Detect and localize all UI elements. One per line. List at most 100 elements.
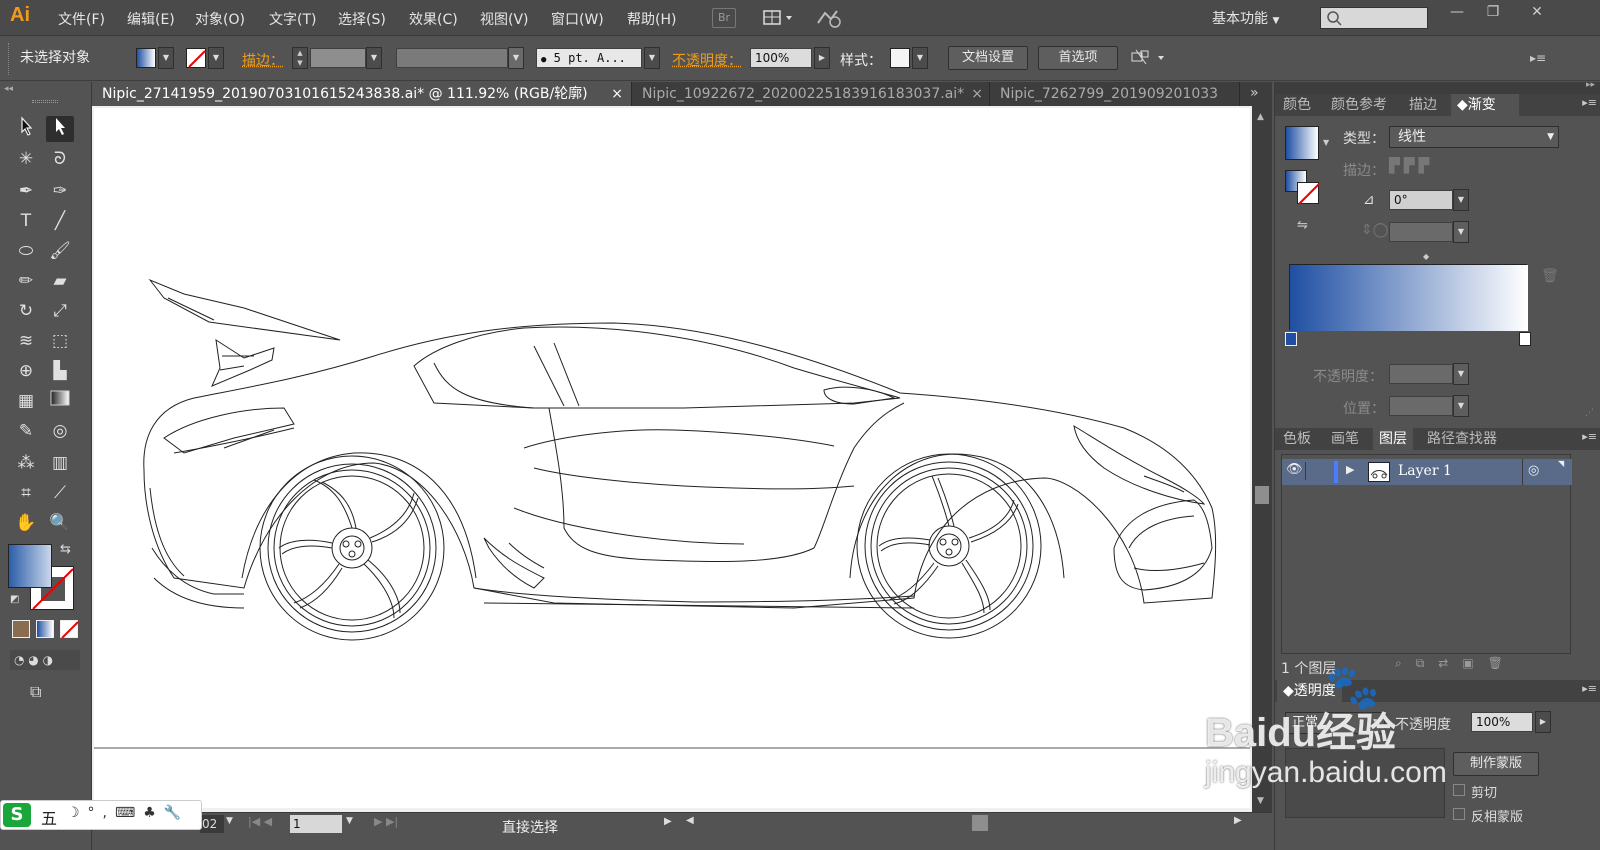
- tab-color-guide[interactable]: 颜色参考: [1325, 94, 1393, 116]
- menu-help[interactable]: 帮助(H): [627, 9, 676, 29]
- tab-color[interactable]: 颜色: [1277, 94, 1317, 116]
- blend-tool-icon[interactable]: ◎: [46, 418, 74, 444]
- tab-close-icon[interactable]: ×: [971, 82, 983, 106]
- style-dropdown[interactable]: ▼: [912, 47, 928, 69]
- ime-mode[interactable]: 五: [41, 805, 57, 829]
- minimize-icon[interactable]: —: [1446, 4, 1468, 22]
- aspect-ratio-dropdown[interactable]: ▼: [1453, 221, 1469, 243]
- screen-mode-icon[interactable]: ⧉: [30, 682, 41, 702]
- artboard[interactable]: [94, 108, 1250, 808]
- ime-tool-icons[interactable]: ☽°,⌨♣🔧: [67, 805, 189, 821]
- color-mode-icon[interactable]: [12, 620, 30, 638]
- mesh-tool-icon[interactable]: ▦: [12, 388, 40, 414]
- panel-collapse-icon[interactable]: ▸▸: [1586, 80, 1595, 90]
- aspect-ratio-field[interactable]: [1389, 222, 1453, 242]
- gradient-stop-start[interactable]: [1285, 332, 1297, 346]
- opacity-field[interactable]: 100%: [750, 48, 812, 68]
- close-icon[interactable]: ✕: [1526, 4, 1548, 22]
- status-menu-icon[interactable]: ▶: [664, 816, 672, 827]
- stroke-weight-dropdown[interactable]: ▼: [366, 47, 382, 69]
- fill-color-front[interactable]: [8, 544, 52, 588]
- layer-row[interactable]: 👁 ▶ Layer 1 ◎ ◥: [1282, 459, 1572, 485]
- gradient-preview-swatch[interactable]: [1285, 126, 1319, 160]
- angle-field[interactable]: 0°: [1389, 190, 1453, 210]
- reverse-gradient-icon[interactable]: ⇋: [1297, 218, 1308, 233]
- arrange-icon[interactable]: [1130, 47, 1170, 69]
- stroke-label[interactable]: 描边：: [242, 50, 284, 70]
- gradient-ramp[interactable]: [1289, 264, 1527, 330]
- artboard-nav-last-icon[interactable]: ▶ ▶|: [374, 815, 398, 828]
- scroll-up-icon[interactable]: ▲: [1257, 112, 1264, 122]
- brush-definition[interactable]: ● 5 pt. A...: [536, 48, 642, 68]
- variable-width-profile[interactable]: [396, 48, 508, 68]
- hscroll-right-icon[interactable]: ▶: [1234, 815, 1242, 826]
- layers-panel-menu-icon[interactable]: ▸≡: [1582, 430, 1597, 443]
- tab-close-icon[interactable]: ×: [611, 82, 623, 106]
- magic-wand-tool-icon[interactable]: ✳: [12, 146, 40, 172]
- scale-tool-icon[interactable]: ⤢: [46, 298, 74, 324]
- gradient-tool-icon[interactable]: [46, 388, 74, 414]
- fill-dropdown[interactable]: ▼: [158, 47, 174, 69]
- tab-pathfinder[interactable]: 路径查找器: [1421, 428, 1503, 450]
- menu-type[interactable]: 文字(T): [269, 9, 316, 29]
- gradient-stop-end[interactable]: [1519, 332, 1531, 346]
- shape-builder-tool-icon[interactable]: ⊕: [12, 358, 40, 384]
- artboard-dropdown-icon[interactable]: ▼: [346, 816, 353, 826]
- midpoint-diamond-icon[interactable]: ◆: [1423, 252, 1429, 261]
- resize-grip-icon[interactable]: ⋰: [1585, 408, 1594, 418]
- invert-mask-checkbox[interactable]: [1453, 808, 1465, 820]
- default-colors-icon[interactable]: ◩: [10, 594, 19, 605]
- tab-document-2[interactable]: Nipic_10922672_20200225183916183037.ai* ×: [632, 82, 990, 106]
- fill-swatch[interactable]: [136, 48, 156, 68]
- stroke-dropdown[interactable]: ▼: [208, 47, 224, 69]
- preferences-button[interactable]: 首选项: [1038, 46, 1118, 70]
- search-input[interactable]: [1320, 7, 1428, 29]
- menu-effect[interactable]: 效果(C): [409, 9, 458, 29]
- canvas-area[interactable]: [92, 106, 1252, 812]
- tab-swatches[interactable]: 色板: [1277, 428, 1317, 450]
- curvature-tool-icon[interactable]: ✑: [46, 178, 74, 204]
- eyedropper-tool-icon[interactable]: ✎: [12, 418, 40, 444]
- tab-document-1[interactable]: Nipic_27141959_20190703101615243838.ai* …: [92, 82, 632, 106]
- stroke-gradient-options[interactable]: ▛▛▛: [1389, 158, 1469, 180]
- rotate-tool-icon[interactable]: ↻: [12, 298, 40, 324]
- restore-icon[interactable]: ❐: [1482, 4, 1504, 22]
- drawing-modes-icon[interactable]: ◔ ◕ ◑: [10, 650, 80, 670]
- menu-edit[interactable]: 编辑(E): [127, 9, 175, 29]
- arrange-documents-icon[interactable]: [762, 8, 796, 28]
- column-graph-tool-icon[interactable]: ▥: [46, 450, 74, 476]
- panel-menu-icon[interactable]: ▸≡: [1530, 51, 1546, 65]
- tab-layers[interactable]: 图层: [1373, 428, 1413, 450]
- gradient-presets-dropdown[interactable]: ▼: [1323, 138, 1329, 147]
- transparency-menu-icon[interactable]: ▸≡: [1582, 682, 1597, 695]
- transparency-opacity-arrow[interactable]: ▶: [1535, 711, 1551, 733]
- tabs-overflow-icon[interactable]: »: [1250, 85, 1259, 101]
- expand-layer-icon[interactable]: ▶: [1346, 463, 1354, 476]
- symbol-sprayer-tool-icon[interactable]: ⁂: [12, 450, 40, 476]
- sogou-logo-icon[interactable]: S: [3, 803, 31, 827]
- line-tool-icon[interactable]: ╱: [46, 208, 74, 234]
- tab-brushes[interactable]: 画笔: [1325, 428, 1365, 450]
- artboard-number-field[interactable]: 1: [290, 815, 342, 833]
- stroke-weight-field[interactable]: [310, 48, 366, 68]
- pencil-tool-icon[interactable]: ✏: [12, 268, 40, 294]
- tab-gradient[interactable]: ◆渐变: [1451, 94, 1519, 116]
- hand-tool-icon[interactable]: ✋: [12, 510, 40, 536]
- collapse-icon[interactable]: ◂◂: [4, 84, 13, 94]
- pen-tool-icon[interactable]: ✒: [12, 178, 40, 204]
- chart-tool-icon[interactable]: ▙: [46, 358, 74, 384]
- hscroll-left-icon[interactable]: ◀: [686, 815, 694, 826]
- bridge-button[interactable]: Br: [712, 8, 736, 28]
- menu-file[interactable]: 文件(F): [58, 9, 105, 29]
- tab-document-3[interactable]: Nipic_7262799_201909201033: [990, 82, 1240, 106]
- slice-tool-icon[interactable]: ⟋: [46, 480, 74, 506]
- artboard-tool-icon[interactable]: ⌗: [12, 480, 40, 506]
- opacity-label[interactable]: 不透明度：: [672, 50, 742, 70]
- hscroll-thumb[interactable]: [972, 815, 988, 831]
- profile-dropdown[interactable]: ▼: [508, 47, 524, 69]
- layer-name[interactable]: Layer 1: [1398, 463, 1452, 479]
- menu-window[interactable]: 窗口(W): [551, 9, 604, 29]
- delete-stop-icon[interactable]: 🗑: [1541, 268, 1559, 284]
- gradient-type-select[interactable]: 线性 ▼: [1389, 126, 1559, 148]
- eraser-tool-icon[interactable]: ▰: [46, 268, 74, 294]
